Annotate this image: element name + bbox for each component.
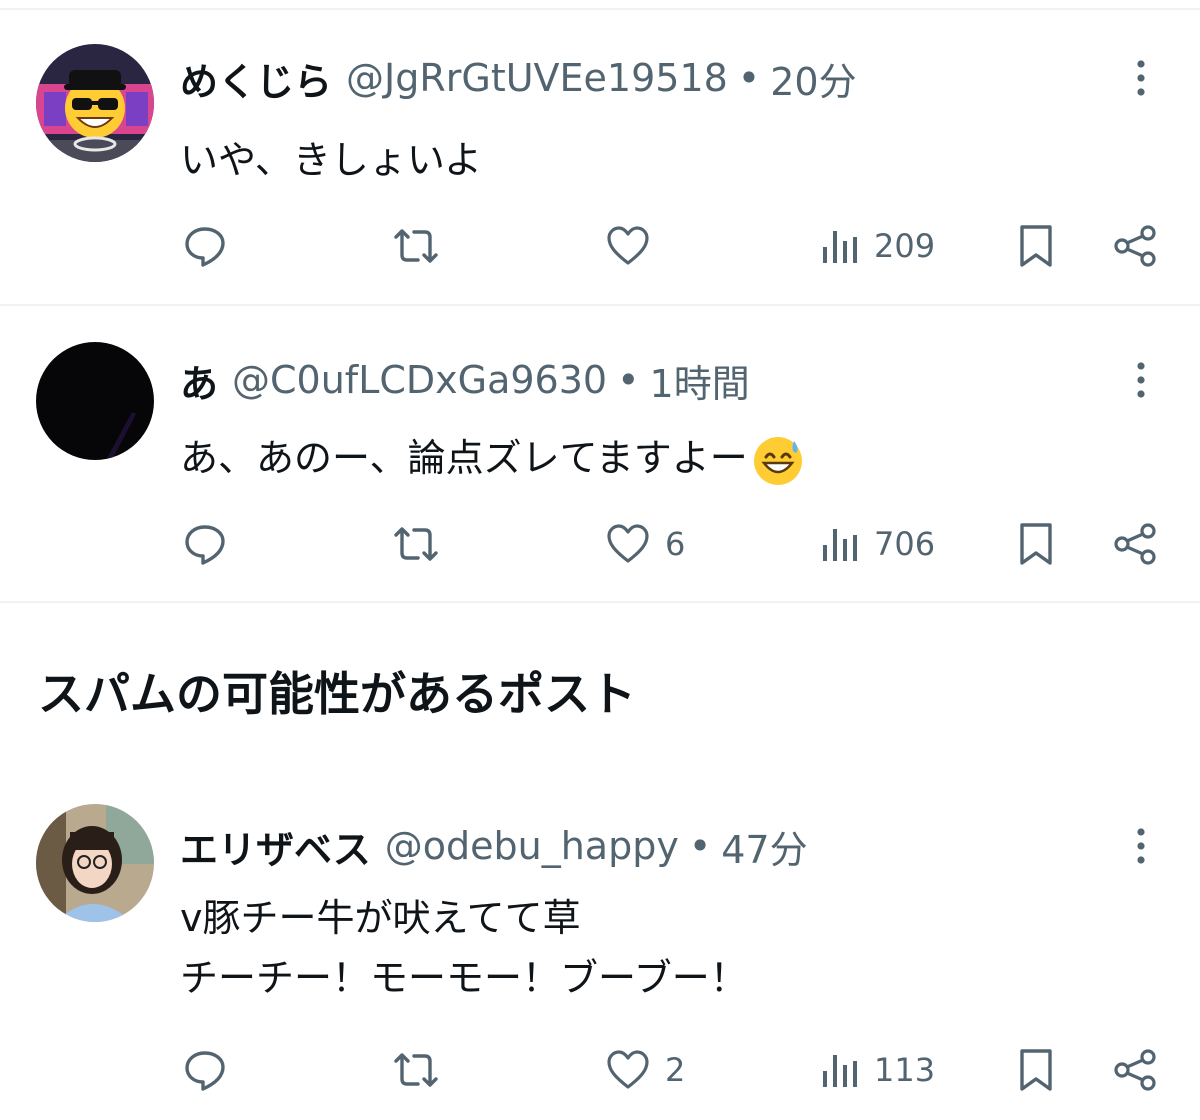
bookmark-button[interactable] bbox=[1016, 1040, 1056, 1100]
share-icon bbox=[1112, 521, 1158, 567]
post-text: いや、きしょいよ bbox=[180, 130, 482, 190]
separator-dot: • bbox=[688, 824, 712, 868]
post-text-line: v豚チー牛が吠えてて草 bbox=[180, 896, 581, 940]
bookmark-icon bbox=[1016, 521, 1056, 567]
views-button[interactable]: 113 bbox=[820, 1040, 935, 1100]
post-header: エリザベス @odebu_happy • 47分 bbox=[180, 816, 808, 876]
repost-icon bbox=[390, 521, 442, 567]
display-name[interactable]: あ bbox=[180, 353, 218, 408]
avatar[interactable] bbox=[36, 44, 154, 162]
post-text-line: いや、きしょいよ bbox=[180, 138, 483, 182]
separator-dot: • bbox=[617, 358, 640, 402]
share-button[interactable] bbox=[1112, 514, 1158, 574]
post-text: あ、あのー、論点ズレてますよー bbox=[180, 428, 804, 488]
repost-button[interactable] bbox=[390, 216, 442, 276]
reply-icon bbox=[182, 521, 228, 567]
action-bar: 209 bbox=[0, 216, 1200, 276]
post-text: v豚チー牛が吠えてて草 チーチー！モーモー！ブーブー！ bbox=[180, 888, 748, 1008]
repost-icon bbox=[390, 223, 442, 269]
user-handle[interactable]: @C0ufLCDxGa9630 bbox=[232, 358, 607, 402]
spam-section-heading: スパムの可能性があるポスト bbox=[38, 667, 636, 721]
user-handle[interactable]: @JgRrGtUVEe19518 bbox=[346, 56, 728, 100]
view-count: 706 bbox=[874, 525, 936, 563]
post-text-line: チーチー！モーモー！ブーブー！ bbox=[180, 956, 748, 1000]
repost-icon bbox=[390, 1047, 442, 1093]
share-icon bbox=[1112, 223, 1158, 269]
like-icon bbox=[605, 521, 651, 567]
avatar[interactable] bbox=[36, 342, 154, 460]
view-count: 209 bbox=[874, 227, 936, 265]
like-icon bbox=[605, 223, 651, 269]
like-count: 6 bbox=[665, 525, 686, 563]
share-button[interactable] bbox=[1112, 216, 1158, 276]
grinning-sweat-emoji bbox=[752, 435, 804, 487]
like-icon bbox=[605, 1047, 651, 1093]
bookmark-icon bbox=[1016, 223, 1056, 269]
post-time[interactable]: 47分 bbox=[721, 819, 807, 874]
like-button[interactable]: 2 bbox=[605, 1040, 685, 1100]
share-icon bbox=[1112, 1047, 1158, 1093]
share-button[interactable] bbox=[1112, 1040, 1158, 1100]
view-count: 113 bbox=[874, 1051, 936, 1089]
bookmark-icon bbox=[1016, 1047, 1056, 1093]
bookmark-button[interactable] bbox=[1016, 514, 1056, 574]
post-divider bbox=[0, 601, 1200, 603]
bookmark-button[interactable] bbox=[1016, 216, 1056, 276]
post-time[interactable]: 1時間 bbox=[650, 353, 750, 408]
post-header: めくじら @JgRrGtUVEe19518 • 20分 bbox=[180, 48, 857, 108]
reply-icon bbox=[182, 1047, 228, 1093]
action-bar: 6 706 bbox=[0, 514, 1200, 574]
separator-dot: • bbox=[737, 56, 761, 100]
views-button[interactable]: 209 bbox=[820, 216, 935, 276]
reply-icon bbox=[182, 223, 228, 269]
action-bar: 2 113 bbox=[0, 1040, 1200, 1100]
top-divider bbox=[0, 8, 1200, 10]
user-handle[interactable]: @odebu_happy bbox=[385, 824, 679, 868]
more-icon[interactable] bbox=[1124, 358, 1158, 402]
post-header: あ @C0ufLCDxGa9630 • 1時間 bbox=[180, 350, 750, 410]
display-name[interactable]: めくじら bbox=[180, 51, 332, 106]
like-count: 2 bbox=[665, 1051, 686, 1089]
repost-button[interactable] bbox=[390, 514, 442, 574]
more-icon[interactable] bbox=[1124, 56, 1158, 100]
post-divider bbox=[0, 304, 1200, 306]
views-button[interactable]: 706 bbox=[820, 514, 935, 574]
repost-button[interactable] bbox=[390, 1040, 442, 1100]
more-icon[interactable] bbox=[1124, 824, 1158, 868]
avatar[interactable] bbox=[36, 804, 154, 922]
display-name[interactable]: エリザベス bbox=[180, 819, 371, 874]
views-icon bbox=[820, 1047, 860, 1093]
views-icon bbox=[820, 223, 860, 269]
like-button[interactable]: 6 bbox=[605, 514, 685, 574]
post-time[interactable]: 20分 bbox=[770, 51, 856, 106]
reply-button[interactable] bbox=[182, 514, 228, 574]
post-text-line: あ、あのー、論点ズレてますよー bbox=[180, 436, 748, 480]
reply-button[interactable] bbox=[182, 216, 228, 276]
views-icon bbox=[820, 521, 860, 567]
reply-button[interactable] bbox=[182, 1040, 228, 1100]
like-button[interactable] bbox=[605, 216, 665, 276]
